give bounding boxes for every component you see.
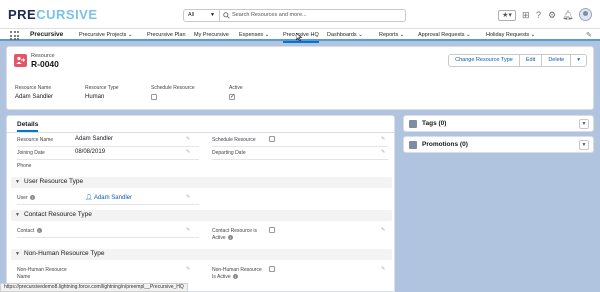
schedule-resource-checkbox [151,94,157,100]
field-divider [212,159,388,160]
edit-pencil-icon[interactable]: ✎ [186,136,190,142]
info-icon[interactable]: i [233,274,239,280]
delete-button[interactable]: Delete [542,55,572,66]
edit-pencil-icon[interactable]: ✎ [186,266,190,272]
app-name: Precursive [30,31,64,38]
nav-item[interactable]: Precursive Projects ⌄ [79,29,133,41]
change-resource-type-button[interactable]: Change Resource Type [449,55,520,66]
nav-item[interactable]: Dashboards ⌄ [327,29,363,41]
field-schedule-resource: Schedule Resource [212,136,388,147]
tags-card: Tags (0) ▼ [403,115,594,132]
nav-item[interactable]: Reports ⌄ [379,29,404,41]
resource-record-icon [14,54,27,67]
field-divider [17,204,199,205]
promotions-card: Promotions (0) ▼ [403,136,594,153]
field-contact-resource-active: Contact Resource is Active i [212,227,388,245]
info-icon[interactable]: i [29,195,35,201]
nav-item[interactable]: Holiday Requests ⌄ [486,29,535,41]
info-icon[interactable]: i [228,235,234,241]
search-icon [223,12,230,19]
browser-status-url: https://precursivedemo8.lightning.force.… [0,283,188,292]
record-action-buttons: Change Resource Type Edit Delete ▾ [448,54,587,67]
user-link[interactable]: 👤︎ Adam Sandler [85,194,132,201]
wrench-icon [409,141,417,149]
chevron-down-icon[interactable]: ⌄ [400,32,405,38]
chevron-down-icon: ▼ [15,212,20,218]
help-icon[interactable]: ? [536,9,541,21]
field-divider [17,159,199,160]
edit-pencil-icon[interactable]: ✎ [381,266,385,272]
more-actions-chevron-icon[interactable]: ▾ [571,55,586,66]
edit-pencil-icon[interactable]: ✎ [186,149,190,155]
field-resource-name: Resource Name Adam Sandler [17,136,199,147]
notifications-bell-icon[interactable]: 🔔︎ [562,9,573,21]
mouse-cursor-icon [296,33,302,41]
card-menu-chevron-icon[interactable]: ▼ [579,119,589,129]
tab-details[interactable]: Details [17,121,39,132]
nav-item[interactable]: Approval Requests ⌄ [418,29,471,41]
edit-nav-pencil-icon[interactable]: ✎ [586,31,592,39]
edit-button[interactable]: Edit [519,55,543,66]
field-divider [212,146,388,147]
edit-pencil-icon[interactable]: ✎ [186,194,190,200]
section-contact-resource-type[interactable]: ▼ Contact Resource Type [11,210,392,221]
non-human-active-checkbox [269,266,275,272]
field-user: User i 👤︎ Adam Sandler [17,194,199,205]
section-non-human-resource-type[interactable]: ▼ Non-Human Resource Type [11,249,392,260]
field-divider [17,146,199,147]
chevron-down-icon: ▼ [210,12,215,18]
field-non-human-resource-name: Non-Human Resource Name [17,267,67,280]
section-user-resource-type[interactable]: ▼ User Resource Type [11,177,392,188]
field-departing-date: Departing Date [212,149,388,160]
field-divider [17,237,199,238]
chevron-down-icon[interactable]: ⌄ [466,32,471,38]
nav-item[interactable]: My Precursive [194,29,229,41]
tag-icon [409,120,417,128]
chevron-down-icon[interactable]: ⌄ [358,32,363,38]
tab-divider [7,132,394,133]
highlight-field-active: Active [229,85,243,102]
app-logo[interactable]: PRECURSIVE [8,7,98,22]
record-title: R-0040 [31,59,59,69]
field-non-human-resource-active: Non-Human Resource Is Active i [212,266,388,284]
chevron-down-icon[interactable]: ⌄ [128,32,133,38]
chevron-down-icon[interactable]: ⌄ [531,32,536,38]
setup-gear-icon[interactable]: ⚙ [548,9,556,21]
nav-item[interactable]: Precursive Plan [147,29,186,41]
field-phone: Phone [17,163,32,169]
user-avatar-icon: 👤︎ [85,195,93,201]
schedule-resource-checkbox [269,136,275,142]
chevron-down-icon[interactable]: ⌄ [265,32,270,38]
details-panel: Details Resource Name Adam Sandler ✎ Joi… [6,115,395,292]
highlight-field-resource-type: Resource Type Human [85,85,119,100]
edit-pencil-icon[interactable]: ✎ [186,227,190,233]
edit-pencil-icon[interactable]: ✎ [381,227,385,233]
highlight-field-resource-name: Resource Name Adam Sandler [15,85,54,100]
favorites-button[interactable]: ★▾ [498,10,516,21]
global-header: PRECURSIVE All ▼ Search Resources and mor… [0,0,600,28]
chevron-down-icon: ▼ [15,179,20,185]
field-joining-date: Joining Date 08/08/2019 [17,149,199,160]
record-header: Resource R-0040 Change Resource Type Edi… [6,46,594,110]
edit-pencil-icon[interactable]: ✎ [381,149,385,155]
global-search[interactable]: All ▼ Search Resources and more... [183,9,406,22]
contact-active-checkbox [269,227,275,233]
search-scope-select[interactable]: All ▼ [184,10,220,21]
chevron-down-icon: ▼ [15,251,20,257]
user-avatar[interactable] [579,8,592,21]
highlight-field-schedule-resource: Schedule Resource [151,85,195,102]
active-checkbox [229,93,235,100]
nav-item[interactable]: Expenses ⌄ [239,29,269,41]
field-contact: Contact i [17,227,199,238]
search-input[interactable]: Search Resources and more... [232,10,307,21]
edit-pencil-icon[interactable]: ✎ [381,136,385,142]
global-actions-icon[interactable]: ⊞ [522,9,530,21]
card-menu-chevron-icon[interactable]: ▼ [579,140,589,150]
app-launcher-icon[interactable] [10,31,19,40]
info-icon[interactable]: i [36,228,42,234]
